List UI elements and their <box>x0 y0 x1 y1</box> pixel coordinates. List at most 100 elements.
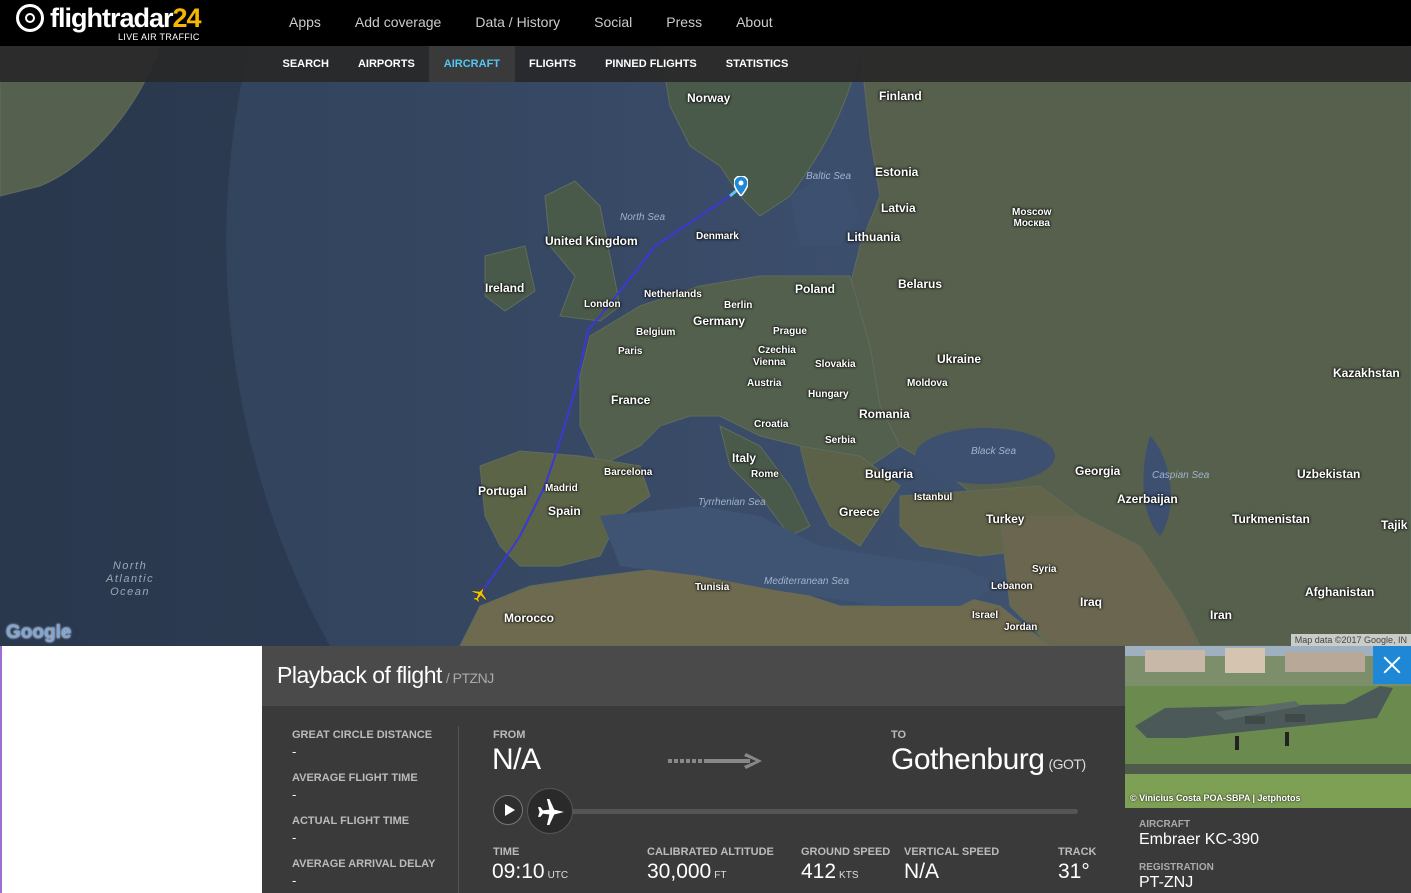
sub-nav: SEARCH AIRPORTS AIRCRAFT FLIGHTS PINNED … <box>0 46 1411 82</box>
map-country-label: Lithuania <box>847 230 901 244</box>
metric-unit: KTS <box>839 870 859 881</box>
nav-press[interactable]: Press <box>649 0 719 46</box>
stat-label: AVERAGE FLIGHT TIME <box>292 772 418 784</box>
subnav-aircraft[interactable]: AIRCRAFT <box>429 46 515 82</box>
map-country-label: Latvia <box>881 201 916 215</box>
logo-text: flightradar <box>50 3 174 33</box>
playback-title: Playback of flight <box>277 662 442 688</box>
stat-value: - <box>292 873 297 888</box>
subnav-flights[interactable]: FLIGHTS <box>515 46 591 82</box>
to-value: Gothenburg <box>891 743 1045 776</box>
map-country-label: Italy <box>732 451 757 465</box>
metric-label: TRACK <box>1058 846 1097 858</box>
map-country-label: Portugal <box>478 484 527 498</box>
map-country-label: Kazakhstan <box>1333 366 1400 380</box>
top-bar: flightradar24 LIVE AIR TRAFFIC Apps Add … <box>0 0 1411 46</box>
map-background <box>0 46 1411 646</box>
map-sea-label: North Sea <box>620 212 666 223</box>
subnav-pinned-flights[interactable]: PINNED FLIGHTS <box>591 46 712 82</box>
map-country-label: France <box>611 393 651 407</box>
playback-slider-handle[interactable] <box>527 788 573 834</box>
metric-value: N/A <box>904 860 940 883</box>
stat-label: AVERAGE ARRIVAL DELAY <box>292 858 436 870</box>
metric-value: 31° <box>1058 860 1090 883</box>
map-country-label: Netherlands <box>644 289 702 300</box>
stat-value: - <box>292 744 297 759</box>
map-sea-label: Caspian Sea <box>1152 470 1210 481</box>
registration-label: REGISTRATION <box>1139 862 1214 873</box>
airplane-icon <box>538 799 564 825</box>
map[interactable]: Norway Finland Estonia Latvia Lithuania … <box>0 46 1411 646</box>
close-icon[interactable] <box>1373 646 1411 684</box>
metric-label: CALIBRATED ALTITUDE <box>647 846 774 858</box>
map-country-label: Bulgaria <box>865 467 914 481</box>
nav-data-history[interactable]: Data / History <box>458 0 577 46</box>
map-country-label: Lebanon <box>991 581 1033 592</box>
map-country-label: Iraq <box>1080 595 1103 609</box>
map-country-label: Hungary <box>808 389 849 400</box>
map-country-label: Morocco <box>504 611 555 625</box>
map-country-label: United Kingdom <box>545 234 638 248</box>
destination-pin-icon[interactable] <box>734 176 748 196</box>
metric-label: VERTICAL SPEED <box>904 846 1000 858</box>
metric-value: 09:10 <box>492 860 545 883</box>
map-attribution[interactable]: Map data ©2017 Google, IN <box>1290 634 1411 646</box>
metric-label: GROUND SPEED <box>801 846 891 858</box>
logo-number: 24 <box>172 3 202 33</box>
map-country-label: Jordan <box>1004 622 1038 633</box>
stat-label: GREAT CIRCLE DISTANCE <box>292 729 433 741</box>
metric-label: TIME <box>493 846 520 858</box>
map-country-label: Israel <box>972 610 999 621</box>
to-code: (GOT) <box>1048 756 1086 772</box>
map-city-label: Paris <box>618 346 643 357</box>
map-country-label: Czechia <box>758 345 796 356</box>
left-blank-panel <box>0 646 262 893</box>
nav-about[interactable]: About <box>719 0 790 46</box>
map-country-label: Finland <box>879 89 922 103</box>
aircraft-photo-image <box>1125 646 1411 808</box>
from-label: FROM <box>493 729 526 741</box>
map-country-label: Georgia <box>1075 464 1121 478</box>
map-country-label: Greece <box>839 505 880 519</box>
aircraft-photo[interactable]: © Vinicius Costa POA-SBPA | Jetphotos <box>1125 646 1411 808</box>
nav-apps[interactable]: Apps <box>272 0 338 46</box>
play-button[interactable] <box>493 795 523 825</box>
playback-header: Playback of flight / PTZNJ <box>262 646 1125 706</box>
map-city-label: Rome <box>751 469 779 480</box>
map-sea-label: Mediterranean Sea <box>764 576 850 587</box>
subnav-search[interactable]: SEARCH <box>268 46 343 82</box>
subnav-airports[interactable]: AIRPORTS <box>343 46 429 82</box>
playback-track[interactable] <box>557 809 1078 814</box>
map-country-label: Tunisia <box>695 582 730 593</box>
map-sea-label: Black Sea <box>971 446 1017 457</box>
google-logo: Google <box>6 622 72 643</box>
aircraft-marker-icon[interactable] <box>472 586 488 602</box>
map-city-label: Prague <box>773 326 807 337</box>
map-city-label: London <box>584 299 621 310</box>
map-country-label: Romania <box>859 407 910 421</box>
map-city-label: Berlin <box>724 300 753 311</box>
aircraft-panel: © Vinicius Costa POA-SBPA | Jetphotos AI… <box>1125 646 1411 893</box>
map-country-label: Croatia <box>754 419 789 430</box>
metric-value: 412 <box>801 860 837 883</box>
photo-credit[interactable]: © Vinicius Costa POA-SBPA | Jetphotos <box>1130 793 1301 803</box>
radar-icon <box>16 4 44 32</box>
map-country-label: Serbia <box>825 435 856 446</box>
map-country-label: Denmark <box>696 231 739 242</box>
map-sea-label: Baltic Sea <box>806 171 852 182</box>
map-country-label: Spain <box>548 504 581 518</box>
stat-value: - <box>292 787 297 802</box>
map-country-label: Iran <box>1210 608 1233 622</box>
map-ocean-label: North Atlantic Ocean <box>106 560 155 598</box>
aircraft-label: AIRCRAFT <box>1139 819 1191 830</box>
map-country-label: Uzbekistan <box>1297 467 1361 481</box>
map-city-label: Barcelona <box>604 467 653 478</box>
nav-social[interactable]: Social <box>577 0 649 46</box>
metric-unit: FT <box>714 870 727 881</box>
logo-tagline: LIVE AIR TRAFFIC <box>118 32 200 42</box>
flightradar24-logo[interactable]: flightradar24 LIVE AIR TRAFFIC <box>14 2 214 44</box>
map-country-label: Belgium <box>636 327 676 338</box>
subnav-statistics[interactable]: STATISTICS <box>711 46 803 82</box>
metric-value: 30,000 <box>647 860 712 883</box>
nav-add-coverage[interactable]: Add coverage <box>338 0 458 46</box>
